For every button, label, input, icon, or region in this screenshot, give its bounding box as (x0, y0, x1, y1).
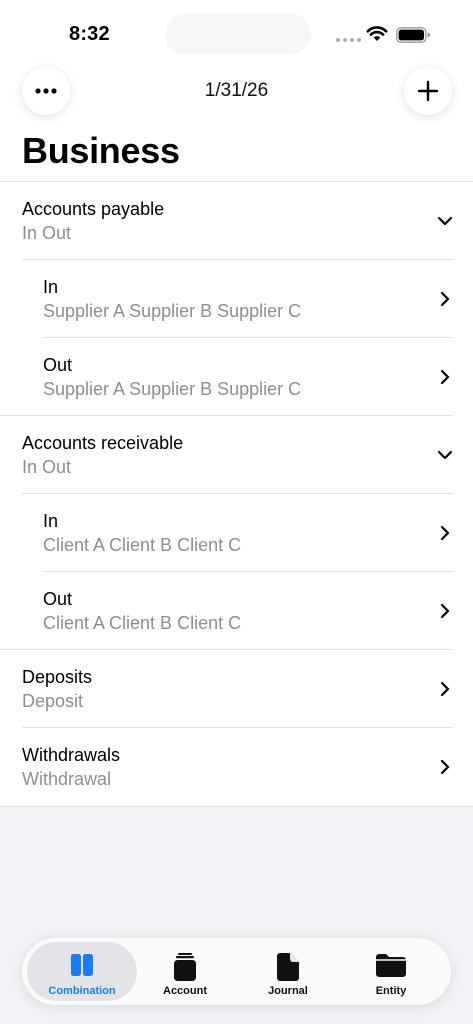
chevron-down-icon (437, 450, 453, 460)
document-icon (277, 953, 299, 981)
list-item-subtitle: Withdrawal (22, 769, 112, 789)
page-title: Business (22, 130, 180, 171)
columns-icon (71, 954, 93, 976)
list-item-title: Out (43, 355, 73, 375)
tab-account[interactable]: Account (130, 942, 240, 1001)
tab-label: Combination (48, 985, 116, 997)
list-item-title: Out (43, 589, 73, 609)
list-item-payable-out[interactable]: Out Supplier A Supplier B Supplier C (0, 338, 473, 416)
status-bar: 8:32 (0, 0, 473, 62)
tab-combination[interactable]: Combination (27, 942, 137, 1001)
status-time: 8:32 (69, 23, 110, 45)
stack-icon (174, 953, 196, 981)
cellular-signal-icon (336, 38, 361, 42)
add-button[interactable] (404, 67, 452, 115)
folder-icon (376, 954, 406, 977)
tab-bar: Combination Account Journal Entity (22, 938, 451, 1005)
chevron-down-icon (437, 216, 453, 226)
list-item-subtitle: In Out (22, 223, 72, 243)
battery-icon (396, 27, 430, 43)
chevron-right-icon (440, 525, 450, 541)
list-item-accounts-payable[interactable]: Accounts payable In Out (0, 182, 473, 260)
chevron-right-icon (440, 681, 450, 697)
list-item-title: Withdrawals (22, 745, 121, 765)
tab-label: Entity (375, 985, 407, 997)
list-item-title: Deposits (22, 667, 93, 687)
list-item-subtitle: Deposit (22, 691, 84, 711)
account-list: Accounts payable In Out In Supplier A Su… (0, 181, 473, 807)
list-item-subtitle: Client A Client B Client C (43, 535, 242, 555)
tab-entity[interactable]: Entity (336, 942, 446, 1001)
list-item-subtitle: Supplier A Supplier B Supplier C (43, 301, 302, 321)
tab-label: Journal (268, 985, 308, 997)
dynamic-island (165, 14, 311, 54)
list-item-title: In (43, 511, 59, 531)
list-item-receivable-in[interactable]: In Client A Client B Client C (0, 494, 473, 572)
header-date[interactable]: 1/31/26 (0, 80, 473, 102)
list-item-subtitle: Client A Client B Client C (43, 613, 242, 633)
list-item-title: In (43, 277, 59, 297)
list-item-receivable-out[interactable]: Out Client A Client B Client C (0, 572, 473, 650)
list-item-accounts-receivable[interactable]: Accounts receivable In Out (0, 416, 473, 494)
chevron-right-icon (440, 369, 450, 385)
list-item-subtitle: Supplier A Supplier B Supplier C (43, 379, 302, 399)
list-item-deposits[interactable]: Deposits Deposit (0, 650, 473, 728)
tab-label: Account (163, 985, 207, 997)
wifi-icon (366, 26, 388, 41)
chevron-right-icon (440, 759, 450, 775)
tab-journal[interactable]: Journal (233, 942, 343, 1001)
list-item-title: Accounts receivable (22, 433, 184, 453)
chevron-right-icon (440, 291, 450, 307)
list-item-subtitle: In Out (22, 457, 72, 477)
plus-icon (417, 80, 439, 102)
list-item-payable-in[interactable]: In Supplier A Supplier B Supplier C (0, 260, 473, 338)
header: 1/31/26 Business (0, 62, 473, 182)
list-item-title: Accounts payable (22, 199, 165, 219)
chevron-right-icon (440, 603, 450, 619)
list-item-withdrawals[interactable]: Withdrawals Withdrawal (0, 728, 473, 806)
